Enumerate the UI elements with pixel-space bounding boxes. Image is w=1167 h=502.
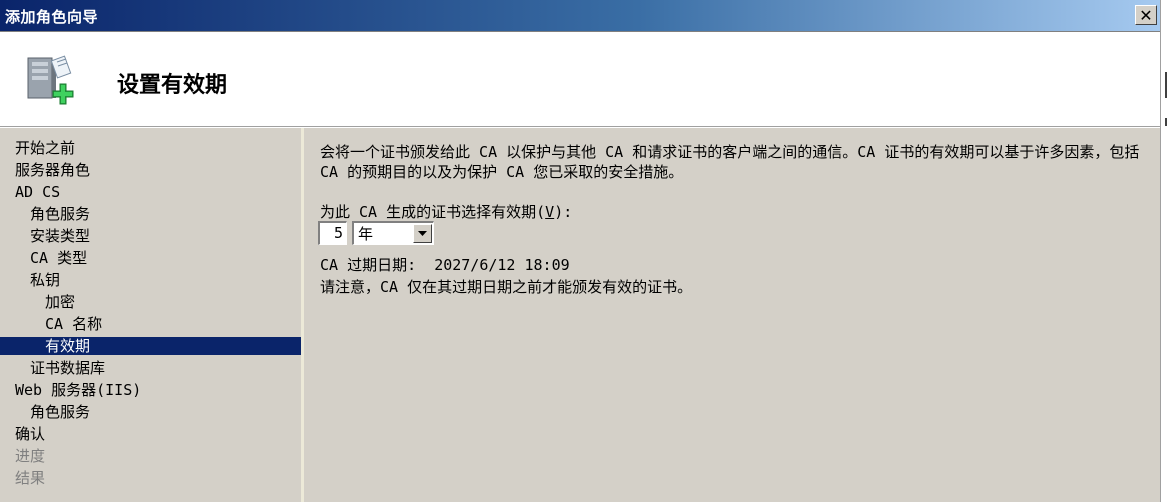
nav-item-4[interactable]: 安装类型 [0, 227, 301, 245]
close-icon: ✕ [1139, 5, 1153, 25]
wizard-header: 设置有效期 [0, 32, 1160, 127]
nav-item-12[interactable]: 角色服务 [0, 403, 301, 421]
window-title: 添加角色向导 [5, 8, 99, 26]
validity-note: 请注意，CA 仅在其过期日期之前才能颁发有效的证书。 [320, 278, 693, 296]
validity-unit-select[interactable]: 年 [352, 221, 434, 245]
validity-period-label: 为此 CA 生成的证书选择有效期(V): [320, 203, 573, 221]
window-edge [1160, 0, 1167, 502]
nav-item-2[interactable]: AD CS [0, 183, 301, 201]
server-add-icon [27, 55, 74, 105]
nav-item-8[interactable]: CA 名称 [0, 315, 301, 333]
expiration-date: CA 过期日期: 2027/6/12 18:09 [320, 254, 570, 275]
nav-item-14: 进度 [15, 447, 46, 465]
nav-item-15: 结果 [15, 469, 46, 487]
title-bar[interactable]: 添加角色向导 ✕ [0, 0, 1160, 32]
close-button[interactable]: ✕ [1135, 5, 1157, 25]
nav-item-13[interactable]: 确认 [0, 425, 301, 443]
nav-item-3[interactable]: 角色服务 [0, 205, 301, 223]
wizard-steps-nav: 开始之前 服务器角色 AD CS 角色服务 安装类型 CA 类型 私钥 加密 CA 名称 有效期证… [0, 128, 304, 502]
dropdown-arrow-button[interactable] [413, 224, 432, 243]
nav-item-9[interactable]: 有效期 [0, 337, 301, 355]
validity-period-input[interactable]: 5 [318, 221, 347, 245]
page-title: 设置有效期 [117, 73, 228, 98]
expiration-label: CA 过期日期: [320, 256, 417, 274]
nav-item-11[interactable]: Web 服务器(IIS) [0, 381, 301, 399]
description-text: 会将一个证书颁发给此 CA 以保护与其他 CA 和请求证书的客户端之间的通信。C… [320, 143, 1140, 181]
accelerator-key: V [545, 203, 555, 221]
expiration-value: 2027/6/12 18:09 [434, 256, 570, 274]
nav-item-6[interactable]: 私钥 [0, 271, 301, 289]
nav-item-7[interactable]: 加密 [0, 293, 301, 311]
nav-item-5[interactable]: CA 类型 [0, 249, 301, 267]
content-panel: 会将一个证书颁发给此 CA 以保护与其他 CA 和请求证书的客户端之间的通信。C… [304, 128, 1160, 502]
nav-item-10[interactable]: 证书数据库 [0, 359, 301, 377]
validity-unit-value: 年 [358, 225, 374, 243]
nav-item-1[interactable]: 服务器角色 [0, 161, 301, 179]
chevron-down-icon [418, 231, 427, 236]
nav-item-0[interactable]: 开始之前 [0, 139, 301, 157]
